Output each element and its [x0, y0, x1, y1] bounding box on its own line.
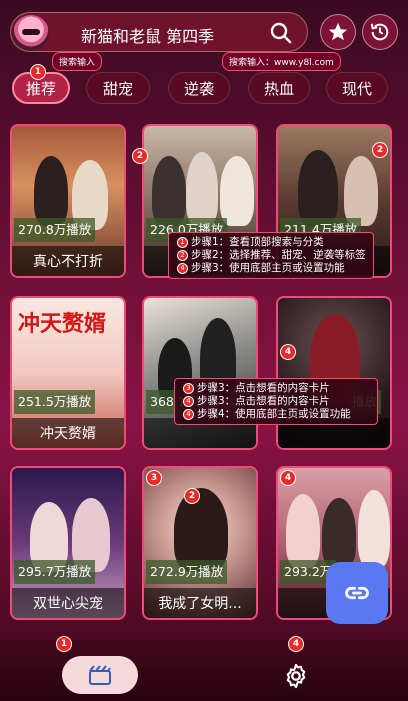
step-number: 4	[177, 263, 188, 274]
tab-label: 甜宠	[102, 79, 133, 98]
step-badge: 2	[372, 142, 388, 158]
tab-label: 热血	[263, 79, 294, 98]
drama-card[interactable]: 368.1	[142, 296, 258, 450]
search-hint-tag: 搜索输入	[52, 52, 103, 71]
play-count: 270.8万播放	[14, 218, 96, 242]
tab-sweet[interactable]: 甜宠	[86, 72, 150, 104]
drama-card[interactable]: 冲天赘婿 251.5万播放 冲天赘婿	[10, 296, 126, 450]
step-badge: 2	[184, 488, 200, 504]
step-number: 2	[177, 250, 188, 261]
drama-card[interactable]: 270.8万播放 真心不打折	[10, 124, 126, 278]
tab-passion[interactable]: 热血	[248, 72, 310, 104]
url-hint-tag: 搜索输入：www.y8l.com	[222, 52, 341, 71]
gear-icon[interactable]	[282, 662, 310, 690]
drama-title: 冲天赘婿	[12, 418, 124, 448]
search-bar[interactable]: 新猫和老鼠 第四季	[10, 12, 308, 52]
step-text: 步骤1：查看顶部搜索与分类	[191, 236, 324, 248]
history-icon	[370, 23, 389, 41]
step-badge: 4	[288, 636, 304, 652]
link-icon	[345, 586, 369, 600]
step-badge: 2	[132, 148, 148, 164]
tab-modern[interactable]: 现代	[326, 72, 388, 104]
step-number: 3	[183, 383, 194, 394]
search-icon[interactable]	[269, 21, 293, 45]
step-badge: 1	[30, 64, 46, 80]
drama-card[interactable]: 295.7万播放 双世心尖宠	[10, 466, 126, 620]
tab-comeback[interactable]: 逆袭	[168, 72, 230, 104]
step-number: 1	[177, 237, 188, 248]
step-badge: 4	[280, 470, 296, 486]
avatar[interactable]	[13, 15, 49, 51]
step-text: 步骤2：选择推荐、甜宠、逆袭等标签	[191, 249, 366, 261]
step-text: 步骤3：点击想看的内容卡片	[197, 395, 330, 407]
clapperboard-icon	[89, 665, 111, 685]
link-button[interactable]	[326, 562, 388, 624]
step-badge: 4	[280, 344, 296, 360]
star-icon	[328, 22, 348, 41]
drama-title: 我成了女明...	[144, 588, 256, 618]
drama-card[interactable]: 播放	[276, 296, 392, 450]
drama-title: 双世心尖宠	[12, 588, 124, 618]
step-badge: 3	[146, 470, 162, 486]
search-input[interactable]: 新猫和老鼠 第四季	[81, 23, 214, 47]
drama-card[interactable]: 272.9万播放 我成了女明...	[142, 466, 258, 620]
history-button[interactable]	[362, 14, 398, 50]
step-badge: 1	[56, 636, 72, 652]
poster-title-art: 冲天赘婿	[18, 312, 107, 337]
tutorial-steps: 3 步骤3：点击想看的内容卡片 4 步骤3：点击想看的内容卡片 4 步骤4：使用底部主…	[174, 378, 378, 425]
favorite-button[interactable]	[320, 14, 356, 50]
drama-title: 真心不打折	[12, 246, 124, 276]
tab-label: 推荐	[25, 79, 56, 98]
tab-label: 逆袭	[183, 79, 214, 98]
play-count: 295.7万播放	[14, 560, 96, 584]
step-number: 4	[183, 409, 194, 420]
nav-home-button[interactable]	[62, 656, 138, 694]
step-text: 步骤3：点击想看的内容卡片	[197, 382, 330, 394]
play-count: 251.5万播放	[14, 390, 96, 414]
tutorial-steps: 1 步骤1：查看顶部搜索与分类 2 步骤2：选择推荐、甜宠、逆袭等标签 4 步骤3：使…	[168, 232, 374, 279]
play-count: 272.9万播放	[146, 560, 228, 584]
step-text: 步骤3：使用底部主页或设置功能	[191, 262, 345, 274]
step-text: 步骤4：使用底部主页或设置功能	[197, 408, 351, 420]
tab-label: 现代	[341, 79, 372, 98]
step-number: 4	[183, 396, 194, 407]
